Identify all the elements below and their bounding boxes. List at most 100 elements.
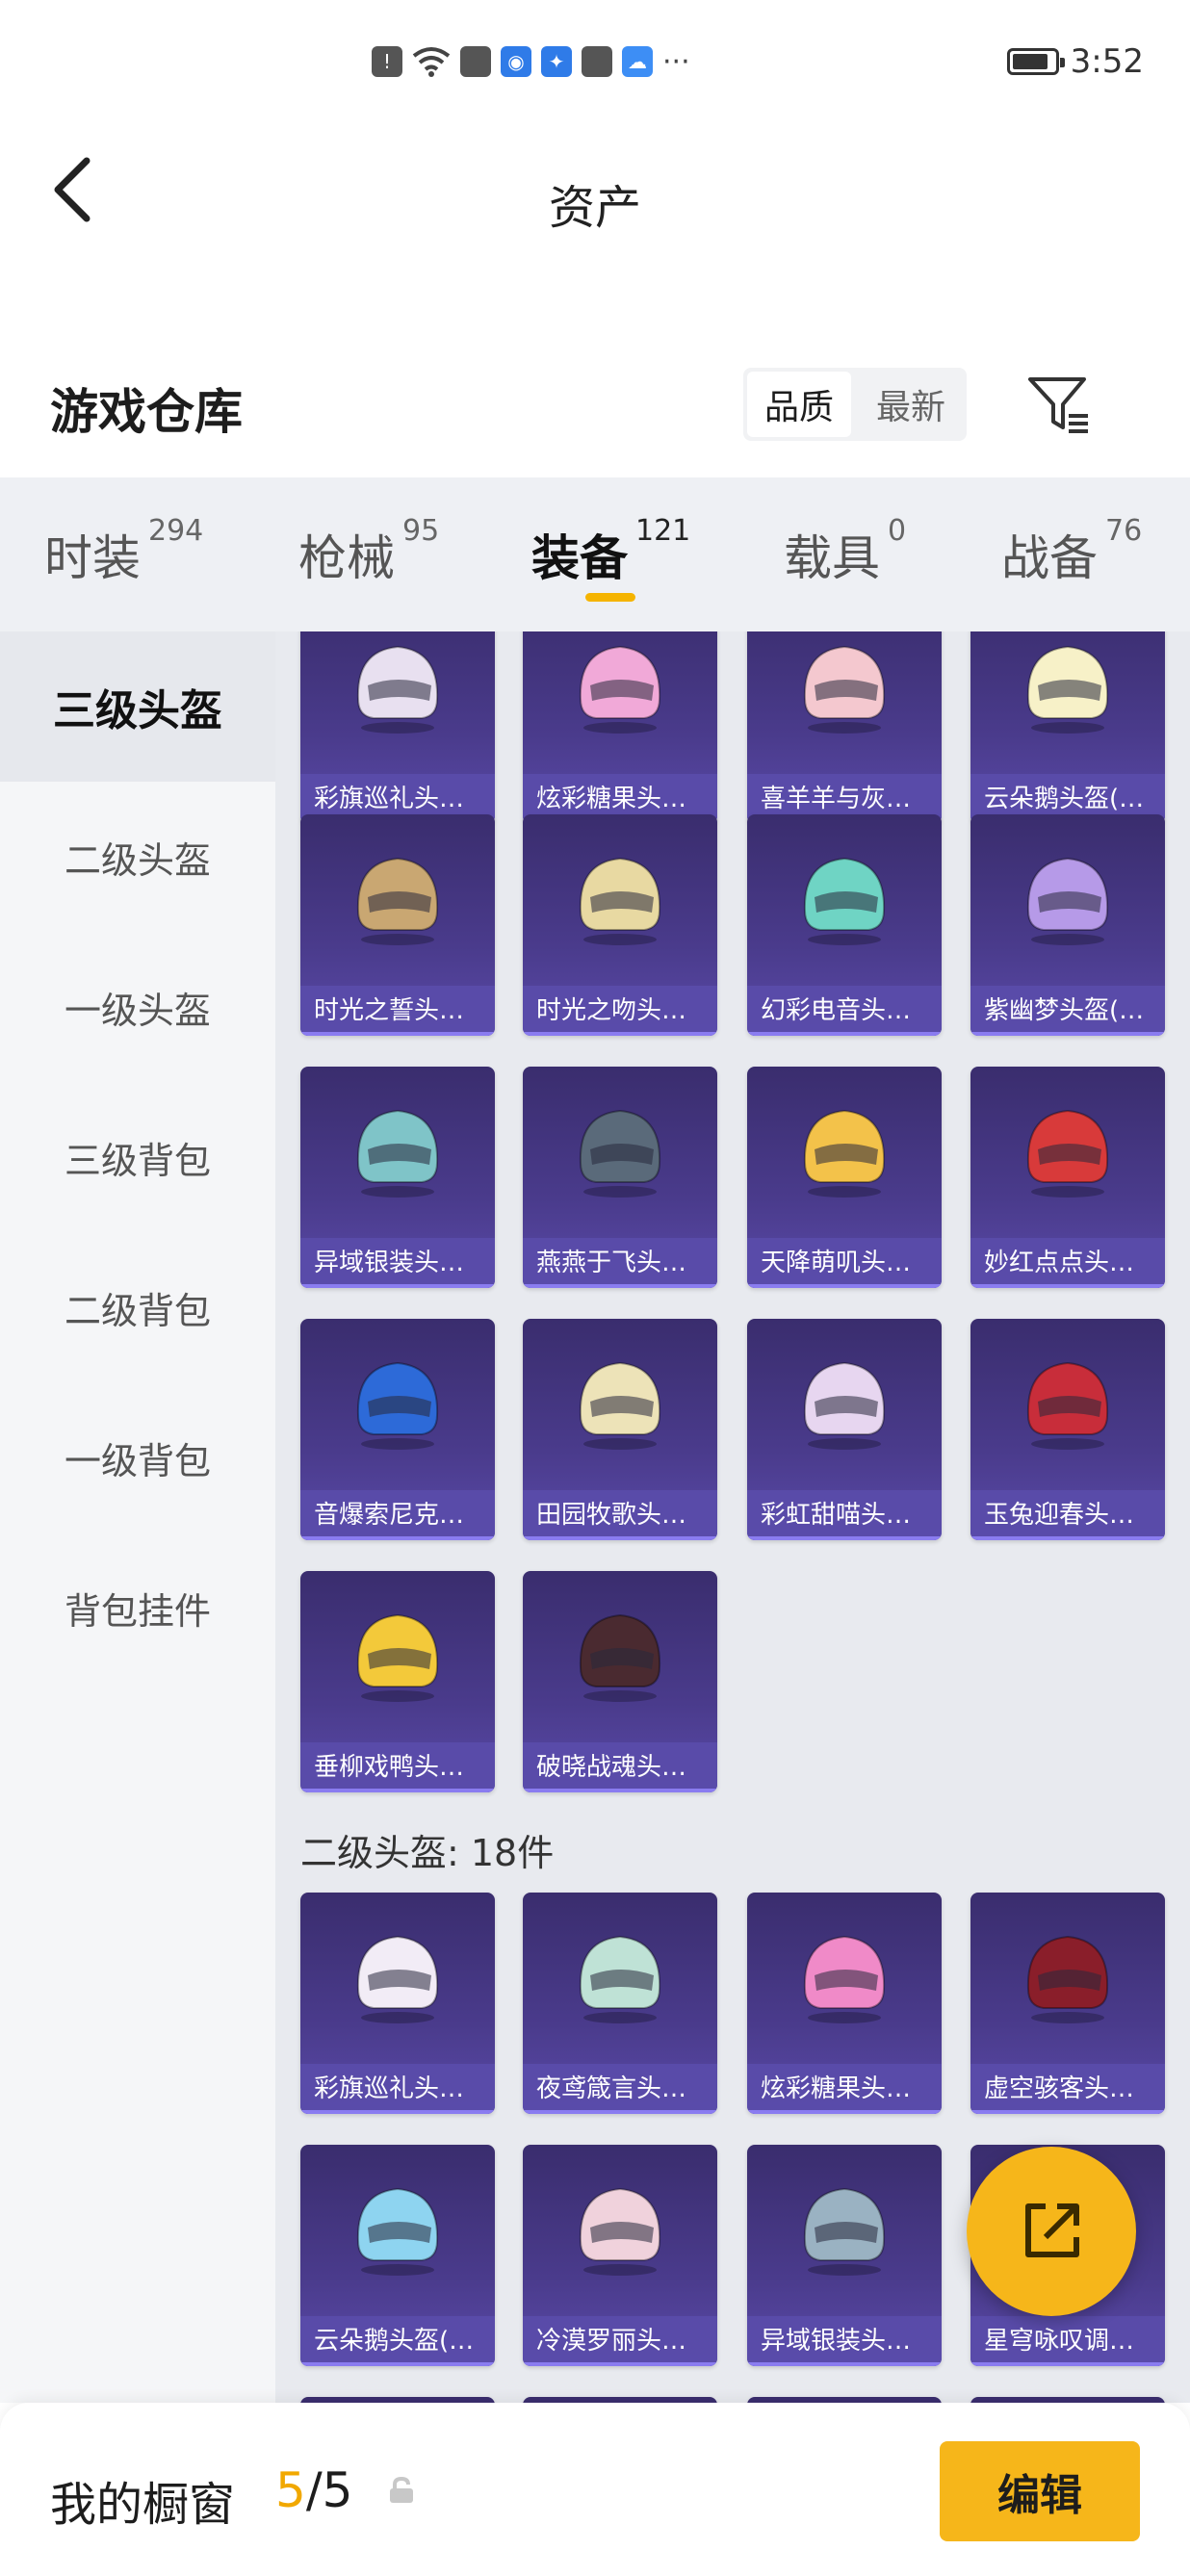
item-name: 玉兔迎春头… <box>970 1490 1165 1540</box>
item-card[interactable]: 燕燕于飞头… <box>523 1067 717 1288</box>
helmet-icon <box>1026 1935 1109 2023</box>
card-accent-bar <box>747 1284 942 1288</box>
item-card[interactable]: 音爆索尼克… <box>300 1319 495 1540</box>
item-card[interactable]: 彩虹甜喵头… <box>747 1319 942 1540</box>
card-accent-bar <box>523 2110 717 2114</box>
item-card[interactable]: 幻彩电音头… <box>747 814 942 1036</box>
item-card[interactable]: 异域银装头… <box>747 2145 942 2366</box>
tab-vehicles[interactable]: 载具 0 <box>784 514 906 589</box>
share-icon <box>1025 2203 1079 2257</box>
item-name: 垂柳戏鸭头… <box>300 1742 495 1792</box>
item-name: 异域银装头… <box>300 1238 495 1288</box>
section-title: 游戏仓库 <box>50 384 243 440</box>
helmet-icon <box>356 1613 439 1702</box>
card-accent-bar <box>747 1536 942 1540</box>
sidebar-item-backpack-pendant[interactable]: 背包挂件 <box>0 1533 275 1683</box>
item-name: 云朵鹅头盔(… <box>300 2316 495 2366</box>
item-card[interactable]: 冷漠罗丽头… <box>523 2145 717 2366</box>
battery-icon <box>1006 48 1065 75</box>
helmet-icon <box>803 1361 886 1450</box>
tab-fashion[interactable]: 时装 294 <box>44 514 203 589</box>
item-card[interactable]: 天降萌叽头… <box>747 1067 942 1288</box>
card-accent-bar <box>523 1032 717 1036</box>
cloud-icon: ☁ <box>622 46 653 77</box>
helmet-icon <box>1026 857 1109 945</box>
card-accent-bar <box>747 2110 942 2114</box>
item-card[interactable]: 田园牧歌头… <box>523 1319 717 1540</box>
item-card[interactable]: 彩旗巡礼头… <box>300 1893 495 2114</box>
helmet-icon <box>579 2187 661 2276</box>
tab-firearms[interactable]: 枪械 95 <box>298 514 439 589</box>
edit-button[interactable]: 编辑 <box>940 2441 1140 2541</box>
card-accent-bar <box>300 1032 495 1036</box>
sidebar-item-level3-backpack[interactable]: 三级背包 <box>0 1082 275 1232</box>
card-accent-bar <box>747 2362 942 2366</box>
status-bar: ! ◉ ✦ ☁ ··· 3:52 <box>0 0 1190 135</box>
showcase-bar: 我的橱窗 5/5 编辑 <box>0 2403 1190 2576</box>
helmet-icon <box>356 1361 439 1450</box>
helmet-icon <box>803 857 886 945</box>
helmet-icon <box>579 1361 661 1450</box>
filter-icon <box>1028 377 1088 433</box>
sort-option-quality[interactable]: 品质 <box>747 372 851 437</box>
item-card[interactable]: 夜鸢箴言头… <box>523 1893 717 2114</box>
sort-option-newest[interactable]: 最新 <box>859 372 963 437</box>
more-icon: ··· <box>662 44 690 79</box>
card-accent-bar <box>523 2362 717 2366</box>
item-card[interactable]: 时光之誓头… <box>300 814 495 1036</box>
helmet-icon <box>356 1935 439 2023</box>
card-accent-bar <box>523 1789 717 1792</box>
item-card[interactable]: 紫幽梦头盔(… <box>970 814 1165 1036</box>
helmet-icon <box>803 1935 886 2023</box>
sidebar-item-level1-backpack[interactable]: 一级背包 <box>0 1382 275 1533</box>
card-accent-bar <box>523 1536 717 1540</box>
item-card[interactable]: 喜羊羊与灰… <box>747 631 942 824</box>
card-accent-bar <box>970 1284 1165 1288</box>
status-time: 3:52 <box>1070 42 1144 81</box>
item-name: 时光之吻头… <box>523 986 717 1036</box>
wifi-icon <box>412 46 451 77</box>
lock-icon <box>390 2476 413 2503</box>
card-accent-bar <box>300 1536 495 1540</box>
item-card[interactable]: 云朵鹅头盔(… <box>300 2145 495 2366</box>
helmet-icon <box>356 857 439 945</box>
item-card[interactable]: 妙红点点头… <box>970 1067 1165 1288</box>
item-card[interactable]: 彩旗巡礼头… <box>300 631 495 824</box>
helmet-icon <box>579 1109 661 1198</box>
bulb-icon: ✦ <box>541 46 572 77</box>
item-name: 田园牧歌头… <box>523 1490 717 1540</box>
item-card[interactable]: 玉兔迎春头… <box>970 1319 1165 1540</box>
item-name: 彩虹甜喵头… <box>747 1490 942 1540</box>
item-card[interactable]: 虚空骇客头… <box>970 1893 1165 2114</box>
sidebar-item-level2-backpack[interactable]: 二级背包 <box>0 1232 275 1382</box>
showcase-count: 5/5 <box>275 2462 353 2518</box>
sidebar-item-level2-helmet[interactable]: 二级头盔 <box>0 782 275 932</box>
item-card[interactable]: 炫彩糖果头… <box>523 631 717 824</box>
share-button[interactable] <box>967 2147 1136 2316</box>
card-accent-bar <box>300 1789 495 1792</box>
notification-icons: ! ◉ ✦ ☁ ··· <box>372 44 690 79</box>
item-name: 燕燕于飞头… <box>523 1238 717 1288</box>
item-card[interactable]: 云朵鹅头盔(… <box>970 631 1165 824</box>
item-card[interactable]: 时光之吻头… <box>523 814 717 1036</box>
tab-equipment[interactable]: 装备 121 <box>531 514 690 589</box>
item-card[interactable]: 垂柳戏鸭头… <box>300 1571 495 1792</box>
helmet-icon <box>803 2187 886 2276</box>
item-name: 虚空骇客头… <box>970 2064 1165 2114</box>
helmet-icon <box>579 1613 661 1702</box>
tab-supplies[interactable]: 战备 76 <box>1001 514 1142 589</box>
header: 资产 <box>0 135 1190 260</box>
sidebar-item-level1-helmet[interactable]: 一级头盔 <box>0 932 275 1082</box>
helmet-icon <box>1026 1361 1109 1450</box>
helmet-icon <box>1026 645 1109 734</box>
item-card[interactable]: 炫彩糖果头… <box>747 1893 942 2114</box>
item-card[interactable]: 异域银装头… <box>300 1067 495 1288</box>
item-name: 异域银装头… <box>747 2316 942 2366</box>
sidebar-item-level3-helmet[interactable]: 三级头盔 <box>0 631 275 782</box>
filter-button[interactable] <box>1022 368 1096 441</box>
card-accent-bar <box>300 2110 495 2114</box>
card-accent-bar <box>523 1284 717 1288</box>
globe-icon: ◉ <box>501 46 531 77</box>
card-accent-bar <box>300 2362 495 2366</box>
item-card[interactable]: 破晓战魂头… <box>523 1571 717 1792</box>
